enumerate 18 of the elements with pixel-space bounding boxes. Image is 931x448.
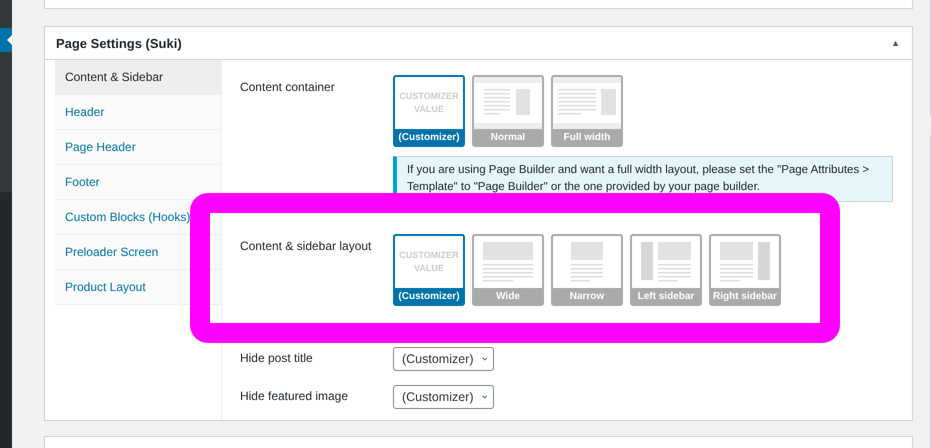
admin-menu-item[interactable] [0,28,12,52]
setting-label: Hide post title [240,350,314,367]
layout-icon [474,77,542,129]
chevron-down-icon [482,356,487,362]
setting-label: Hide featured image [240,388,350,405]
select-field[interactable]: (Customizer) [392,347,494,371]
sidebar-tab[interactable]: Content & Sidebar [54,60,221,95]
chevron-down-icon [482,394,487,400]
metabox-title: Page Settings (Suki) [56,36,182,50]
collapse-toggle[interactable]: ▲ [891,38,900,48]
setting-label: Content container [240,79,336,96]
layout-icon [552,77,621,129]
sidebar-tab[interactable]: Page Header [54,130,221,165]
sidebar-tab[interactable]: Header [54,95,221,130]
select-field[interactable]: (Customizer) [392,385,494,409]
setting-label: Content & sidebar layout [240,238,372,255]
sidebar-tab[interactable]: Footer [54,165,221,200]
pointer-icon [6,35,12,45]
